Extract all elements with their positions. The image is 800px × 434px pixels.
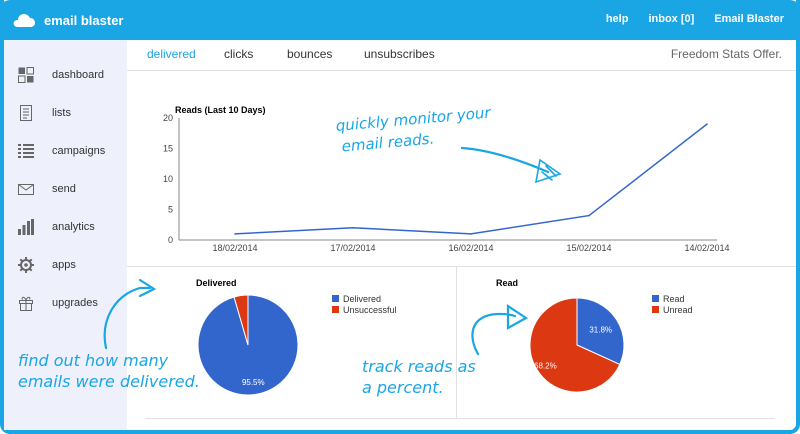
brand[interactable]: email blaster [12, 9, 124, 31]
sidebar-item-analytics[interactable]: analytics [4, 212, 127, 242]
chart-title: Read [496, 278, 518, 288]
legend-label: Delivered [343, 294, 381, 304]
x-tick-label: 17/02/2014 [330, 243, 375, 253]
inbox-link[interactable]: inbox [0] [648, 13, 694, 25]
read-pie-chart: Read 31.8%68.2% ReadUnread [496, 278, 693, 393]
legend-label: Unsuccessful [343, 305, 397, 315]
tab-bounces[interactable]: bounces [287, 47, 332, 61]
bottom-divider [145, 418, 775, 419]
gift-icon [18, 295, 34, 311]
legend-swatch [332, 306, 339, 313]
sidebar-item-label: apps [52, 259, 76, 271]
gear-icon [18, 257, 34, 273]
legend-swatch [652, 295, 659, 302]
x-tick-label: 18/02/2014 [212, 243, 257, 253]
top-nav: help inbox [0] Email Blaster [606, 13, 784, 25]
reads-line-chart: Reads (Last 10 Days) 0 5 10 15 20 18/02/2014… [163, 105, 730, 253]
sidebar-item-label: dashboard [52, 69, 104, 81]
sidebar-item-label: upgrades [52, 297, 98, 309]
annotation-text: a percent. [362, 378, 444, 397]
data-point [706, 123, 708, 125]
data-point [352, 227, 354, 229]
data-point [470, 233, 472, 235]
cloud-logo-icon [12, 12, 36, 28]
sidebar-item-label: send [52, 183, 76, 195]
help-link[interactable]: help [606, 13, 629, 25]
bar-chart-icon [18, 219, 34, 235]
slice-label: 68.2% [534, 361, 557, 370]
sidebar-item-label: campaigns [52, 145, 106, 157]
x-tick-label: 15/02/2014 [566, 243, 611, 253]
y-tick-label: 5 [168, 205, 173, 215]
sidebar-item-send[interactable]: send [4, 174, 127, 204]
legend-label: Unread [663, 305, 693, 315]
section-divider [127, 266, 796, 267]
list-doc-icon [18, 105, 34, 121]
legend-label: Read [663, 294, 685, 304]
tab-clicks[interactable]: clicks [224, 47, 253, 61]
envelope-icon [18, 181, 34, 197]
y-tick-label: 15 [163, 144, 173, 154]
slice-label: 31.8% [589, 326, 612, 335]
data-point [234, 233, 236, 235]
slice-label: 95.5% [242, 378, 265, 387]
sidebar-item-lists[interactable]: lists [4, 98, 127, 128]
sidebar-item-dashboard[interactable]: dashboard [4, 60, 127, 90]
top-bar: email blaster help inbox [0] Email Blast… [0, 0, 800, 40]
annotation-delivered: find out how many emails were delivered. [18, 350, 200, 392]
tab-delivered[interactable]: delivered [147, 47, 196, 61]
annotation-text: find out how many [18, 351, 169, 370]
legend-swatch [652, 306, 659, 313]
sidebar-item-apps[interactable]: apps [4, 250, 127, 280]
y-tick-label: 20 [163, 113, 173, 123]
legend-swatch [332, 295, 339, 302]
stats-tabs: delivered clicks bounces unsubscribes Fr… [127, 40, 796, 71]
chart-title: Reads (Last 10 Days) [175, 105, 266, 115]
y-tick-label: 10 [163, 174, 173, 184]
sidebar-item-label: lists [52, 107, 71, 119]
y-tick-label: 0 [168, 235, 173, 245]
sidebar-item-upgrades[interactable]: upgrades [4, 288, 127, 318]
data-point [588, 214, 590, 217]
x-tick-label: 14/02/2014 [684, 243, 729, 253]
campaigns-list-icon [18, 143, 34, 159]
dashboard-icon [18, 67, 34, 83]
annotation-text: track reads as [362, 357, 476, 376]
tab-unsubscribes[interactable]: unsubscribes [364, 47, 435, 61]
brand-name: email blaster [44, 12, 124, 28]
account-link[interactable]: Email Blaster [714, 13, 784, 25]
chart-title: Delivered [196, 278, 237, 288]
sidebar-item-label: analytics [52, 221, 95, 233]
annotation-text: emails were delivered. [18, 372, 200, 391]
annotation-read: track reads as a percent. [362, 356, 476, 398]
x-tick-label: 16/02/2014 [448, 243, 493, 253]
sidebar-item-campaigns[interactable]: campaigns [4, 136, 127, 166]
offer-text: Freedom Stats Offer. [670, 47, 782, 61]
